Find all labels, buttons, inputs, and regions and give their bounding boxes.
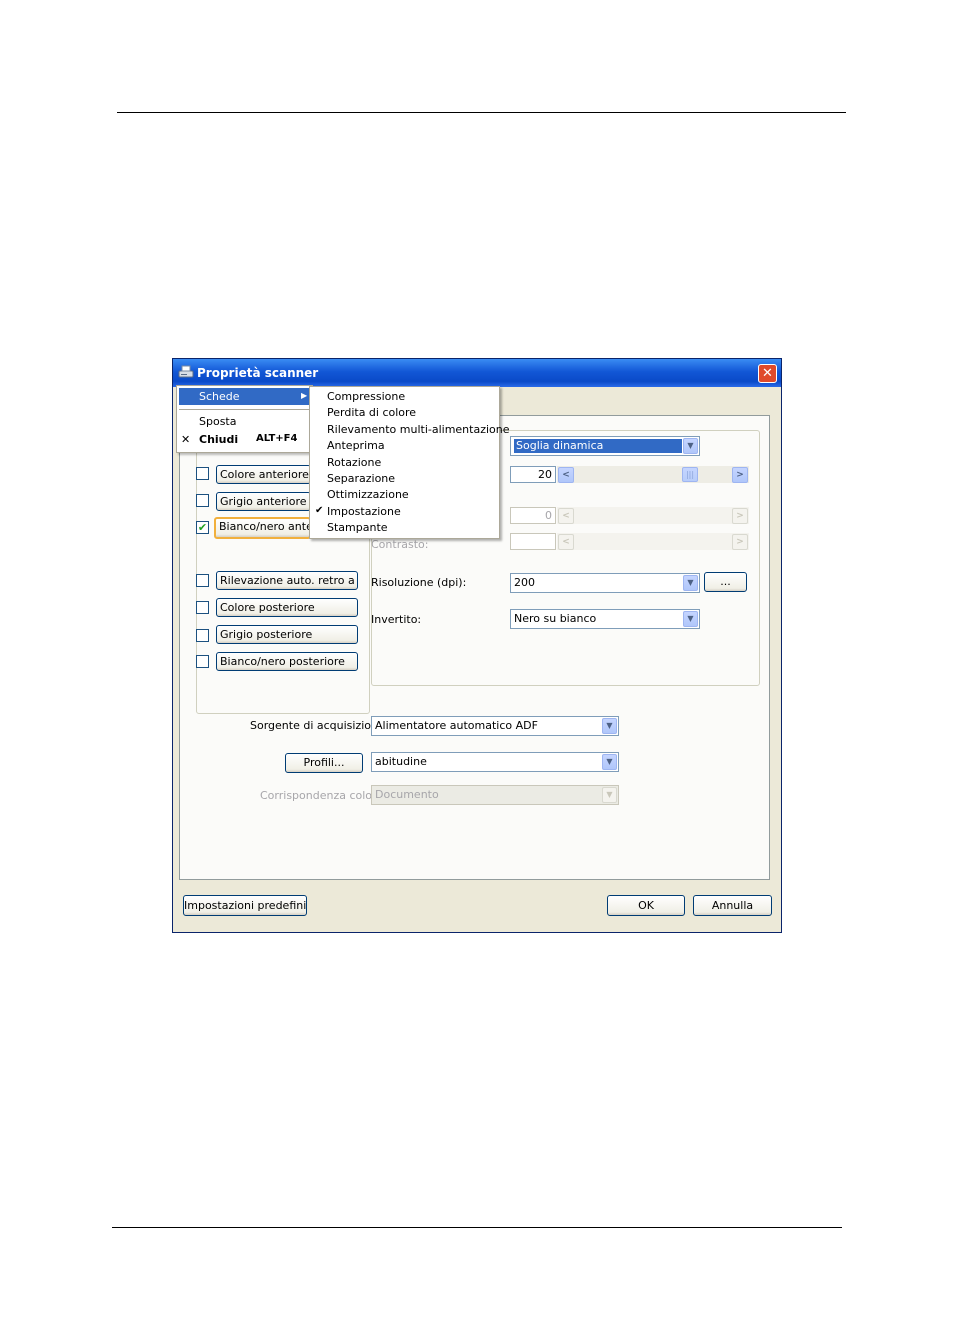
default-settings-button[interactable]: Impostazioni predefinite (183, 895, 307, 916)
menu-item-chiudi[interactable]: Chiudi (199, 433, 238, 446)
source-value: Alimentatore automatico ADF (375, 719, 538, 732)
chevron-down-icon[interactable]: ▼ (602, 754, 617, 770)
chevron-down-icon[interactable]: ▼ (683, 611, 698, 627)
profile-value: abitudine (375, 755, 427, 768)
color-matching-value: Documento (375, 788, 439, 801)
resolution-value: 200 (514, 576, 535, 589)
check-mark-icon: ✔ (197, 521, 208, 534)
menu-item-schede[interactable]: Schede ▶ (179, 388, 310, 405)
checkbox-grigio-posteriore[interactable] (196, 629, 209, 642)
chevron-down-icon[interactable]: ▼ (602, 718, 617, 734)
button-grigio-anteriore[interactable]: Grigio anteriore (216, 492, 311, 511)
slider-left-arrow-icon: < (558, 508, 574, 524)
checkbox-colore-anteriore[interactable] (196, 467, 209, 480)
chevron-down-icon: ▼ (602, 787, 617, 803)
submenu-item-impostazione[interactable]: Impostazione (327, 505, 401, 518)
resolution-more-button[interactable]: ... (704, 572, 747, 592)
threshold-input[interactable]: 20 (510, 466, 556, 483)
binarization-value: Soglia dinamica (514, 439, 682, 453)
profiles-button[interactable]: Profili... (285, 753, 363, 773)
chevron-down-icon[interactable]: ▼ (683, 575, 698, 591)
chevron-down-icon[interactable]: ▼ (683, 438, 698, 454)
resolution-label: Risoluzione (dpi): (371, 576, 467, 589)
slider-left-arrow-icon: < (558, 534, 574, 550)
title-bar[interactable]: Proprietà scanner ✕ (173, 359, 781, 387)
submenu-item-separazione[interactable]: Separazione (327, 472, 395, 485)
menu-item-shortcut: ALT+F4 (256, 433, 298, 444)
checkbox-colore-posteriore[interactable] (196, 601, 209, 614)
submenu-item-rilevamento[interactable]: Rilevamento multi-alimentazione (327, 423, 510, 436)
button-bianco-nero-posteriore[interactable]: Bianco/nero posteriore (216, 652, 358, 671)
slider-right-arrow-icon: > (732, 508, 748, 524)
checkbox-bianco-nero-posteriore[interactable] (196, 655, 209, 668)
contrast-label: Contrasto: (371, 538, 429, 551)
checkbox-grigio-anteriore[interactable] (196, 494, 209, 507)
close-window-button[interactable]: ✕ (758, 364, 777, 383)
menu-separator (179, 409, 310, 410)
profile-select[interactable]: abitudine ▼ (371, 752, 619, 772)
scanner-icon[interactable] (178, 365, 194, 379)
submenu-item-rotazione[interactable]: Rotazione (327, 456, 381, 469)
button-colore-posteriore[interactable]: Colore posteriore (216, 598, 358, 617)
invert-label: Invertito: (371, 613, 422, 626)
brightness-slider: < > (557, 507, 749, 524)
button-bianco-nero-anteriore[interactable]: Bianco/nero anterio (214, 517, 311, 539)
page-footer-rule (112, 1227, 842, 1228)
ok-button[interactable]: OK (607, 895, 685, 916)
slider-right-arrow-icon[interactable]: > (732, 467, 748, 483)
source-label: Sorgente di acquisizione: (250, 719, 389, 732)
color-matching-label: Corrispondenza colore: (260, 789, 387, 802)
menu-item-label: Schede (199, 390, 240, 403)
contrast-slider: < > (557, 533, 749, 550)
button-colore-anteriore[interactable]: Colore anteriore (216, 465, 311, 484)
slider-left-arrow-icon[interactable]: < (558, 467, 574, 483)
submenu-item-stampante[interactable]: Stampante (327, 521, 388, 534)
color-matching-select: Documento ▼ (371, 785, 619, 805)
submenu-item-compressione[interactable]: Compressione (327, 390, 405, 403)
source-select[interactable]: Alimentatore automatico ADF ▼ (371, 716, 619, 736)
check-mark-icon: ✔ (315, 505, 324, 516)
invert-select[interactable]: Nero su bianco ▼ (510, 609, 700, 629)
menu-item-sposta[interactable]: Sposta (199, 415, 236, 428)
checkbox-rilevazione-auto[interactable] (196, 574, 209, 587)
button-rilevazione-auto[interactable]: Rilevazione auto. retro a color (216, 571, 358, 590)
checkbox-bianco-nero-anteriore[interactable]: ✔ (196, 521, 209, 534)
submenu-item-ottimizzazione[interactable]: Ottimizzazione (327, 488, 409, 501)
tabs-submenu: Compressione Perdita di colore Rilevamen… (309, 386, 510, 539)
submenu-item-anteprima[interactable]: Anteprima (327, 439, 385, 452)
slider-thumb[interactable]: ||| (682, 467, 698, 482)
submenu-item-perdita-colore[interactable]: Perdita di colore (327, 406, 416, 419)
invert-value: Nero su bianco (514, 612, 597, 625)
close-icon: ✕ (181, 433, 191, 446)
system-menu: Schede ▶ Sposta ✕ Chiudi ALT+F4 (176, 385, 313, 453)
page-header-rule (117, 112, 846, 113)
binarization-select[interactable]: Soglia dinamica ▼ (510, 436, 700, 456)
threshold-slider[interactable]: < ||| > (557, 466, 749, 483)
brightness-input: 0 (510, 507, 556, 524)
resolution-select[interactable]: 200 ▼ (510, 573, 700, 593)
window-title: Proprietà scanner (197, 366, 319, 380)
submenu-arrow-icon: ▶ (301, 391, 308, 400)
cancel-button[interactable]: Annulla (693, 895, 772, 916)
contrast-input (510, 533, 556, 550)
button-grigio-posteriore[interactable]: Grigio posteriore (216, 625, 358, 644)
slider-right-arrow-icon: > (732, 534, 748, 550)
